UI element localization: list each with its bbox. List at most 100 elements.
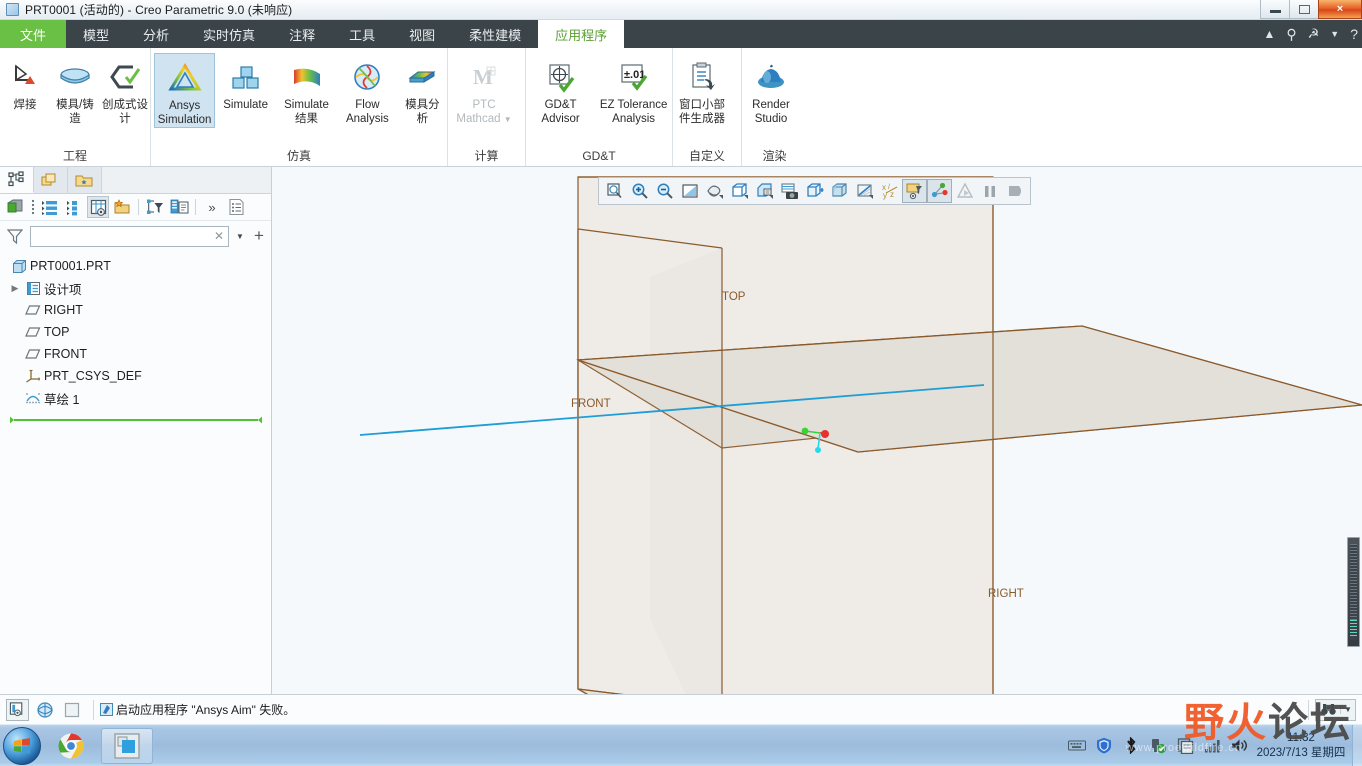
stop-button[interactable] <box>1002 179 1027 203</box>
repaint-button[interactable] <box>677 179 702 203</box>
button-label: Ansys Simulation <box>157 100 212 126</box>
dots-vertical-icon <box>31 199 34 215</box>
search-input[interactable]: ✕ <box>30 225 229 247</box>
button-ptc-mathcad[interactable]: M PTC Mathcad ▼ <box>448 53 520 126</box>
button-mold-analysis[interactable]: 模具分析 <box>398 53 447 126</box>
button-ansys-simulation[interactable]: Ansys Simulation <box>154 53 216 128</box>
show-desktop-button[interactable] <box>1352 724 1362 766</box>
pause-button[interactable] <box>977 179 1002 203</box>
tab-model[interactable]: 模型 <box>66 20 126 48</box>
expand-all-button[interactable] <box>39 196 61 218</box>
tab-live-simulation[interactable]: 实时仿真 <box>186 20 272 48</box>
button-widget-generator[interactable]: 窗口小部件生成器 <box>673 53 731 126</box>
tree-item-design-items[interactable]: ▶ 设计项 <box>0 277 271 299</box>
widget-generator-icon <box>684 56 720 98</box>
tree-item-label: TOP <box>44 325 70 339</box>
simulation-play-button[interactable] <box>952 179 977 203</box>
tree-options-button[interactable] <box>28 196 37 218</box>
filter-tree-button[interactable] <box>144 196 166 218</box>
tab-analysis[interactable]: 分析 <box>126 20 186 48</box>
status-separator <box>93 699 94 720</box>
tree-filters-button[interactable] <box>111 196 133 218</box>
refit-button[interactable] <box>602 179 627 203</box>
favorites-tab[interactable] <box>68 167 102 193</box>
standard-orientation-button[interactable] <box>727 179 752 203</box>
tab-flexible-modeling[interactable]: 柔性建模 <box>452 20 538 48</box>
appearance-gallery-button[interactable] <box>827 179 852 203</box>
button-label: PTC Mathcad ▼ <box>456 99 512 125</box>
datum-display-filters-button[interactable] <box>902 179 927 203</box>
keyboard-ime-icon[interactable] <box>1068 737 1086 755</box>
account-icon[interactable]: ☭ <box>1308 26 1320 42</box>
datum-display-icon <box>9 702 23 717</box>
document-icon <box>6 3 19 16</box>
chrome-taskbar-item[interactable] <box>45 728 97 764</box>
tab-view[interactable]: 视图 <box>392 20 452 48</box>
button-ez-tolerance-analysis[interactable]: ±.01 EZ Tolerance Analysis <box>595 53 672 126</box>
collapse-ribbon-icon[interactable]: ▲ <box>1263 27 1275 41</box>
blank-square-icon <box>64 702 79 717</box>
annotation-display-button[interactable]: x / y z <box>877 179 902 203</box>
tree-item-csys[interactable]: PRT_CSYS_DEF <box>0 365 271 387</box>
zoom-out-button[interactable] <box>652 179 677 203</box>
collapse-all-button[interactable] <box>63 196 85 218</box>
more-button[interactable]: » <box>201 196 223 218</box>
security-shield-icon[interactable] <box>1095 737 1113 755</box>
close-button[interactable]: × <box>1318 0 1362 19</box>
button-gdt-advisor[interactable]: GD&T Advisor <box>526 53 595 126</box>
chevron-down-icon[interactable]: ▼ <box>233 232 247 241</box>
maximize-button[interactable] <box>1289 0 1319 19</box>
tree-columns-button[interactable] <box>87 196 109 218</box>
graphics-viewport[interactable]: TOP FRONT RIGHT x / y z <box>272 167 1362 694</box>
button-label: Simulate 结果 <box>284 99 329 125</box>
display-style-button[interactable] <box>752 179 777 203</box>
tab-tools[interactable]: 工具 <box>332 20 392 48</box>
point-display-filters-button[interactable] <box>927 179 952 203</box>
clear-x-icon[interactable]: ✕ <box>214 229 224 243</box>
tree-item-top[interactable]: TOP <box>0 321 271 343</box>
search-icon[interactable]: ⚲ <box>1286 26 1296 43</box>
tab-file[interactable]: 文件 <box>0 20 67 48</box>
creo-taskbar-item[interactable] <box>101 727 153 764</box>
button-mold-cast[interactable]: 模具/铸造 <box>50 53 100 126</box>
taskbar-clock[interactable]: 11:32 2023/7/13 星期四 <box>1256 731 1352 761</box>
selection-filter-button[interactable] <box>60 699 83 721</box>
datum-display-status-button[interactable] <box>6 698 29 721</box>
find-button[interactable]: ▼ <box>1315 698 1356 721</box>
button-simulate-results[interactable]: Simulate 结果 <box>276 53 337 126</box>
perspective-view-button[interactable] <box>802 179 827 203</box>
button-simulate[interactable]: Simulate <box>215 53 276 113</box>
section-button[interactable] <box>852 179 877 203</box>
zoom-in-button[interactable] <box>627 179 652 203</box>
model-tree-tab[interactable] <box>0 167 34 193</box>
button-flow-analysis[interactable]: Flow Analysis <box>337 53 398 126</box>
expand-arrow-icon[interactable]: ▶ <box>8 283 22 294</box>
tree-settings-button[interactable] <box>168 196 190 218</box>
tree-item-front[interactable]: FRONT <box>0 343 271 365</box>
model-display-button[interactable] <box>4 196 26 218</box>
viewport-scrollbar[interactable] <box>1347 537 1360 647</box>
tree-item-part[interactable]: PRT0001.PRT <box>0 255 271 277</box>
view-manager-button[interactable] <box>702 179 727 203</box>
chevron-down-icon[interactable]: ▼ <box>1330 29 1339 39</box>
tree-item-sketch[interactable]: 草绘 1 <box>0 387 271 409</box>
layer-tree-tab[interactable] <box>34 167 68 193</box>
chevron-down-icon[interactable]: ▼ <box>1340 705 1355 714</box>
tab-annotation[interactable]: 注释 <box>272 20 332 48</box>
capture-image-button[interactable] <box>777 179 802 203</box>
expand-list-icon <box>42 201 57 215</box>
notes-button[interactable] <box>225 196 247 218</box>
chevron-down-icon[interactable]: ▼ <box>504 115 512 124</box>
help-icon[interactable]: ? <box>1350 26 1358 42</box>
spin-center-button[interactable] <box>33 699 56 721</box>
model-tree-toolbar: » <box>0 194 271 221</box>
tab-applications[interactable]: 应用程序 <box>538 20 625 48</box>
minimize-button[interactable] <box>1260 0 1290 19</box>
start-button[interactable] <box>3 726 41 765</box>
button-welding[interactable]: 焊接 <box>0 53 50 113</box>
plus-icon[interactable]: + <box>251 227 267 244</box>
tree-item-right[interactable]: RIGHT <box>0 299 271 321</box>
button-render-studio[interactable]: Render Studio <box>742 53 800 126</box>
insert-here-bar[interactable] <box>10 413 263 424</box>
button-generative-design[interactable]: 创成式设计 <box>100 53 150 126</box>
